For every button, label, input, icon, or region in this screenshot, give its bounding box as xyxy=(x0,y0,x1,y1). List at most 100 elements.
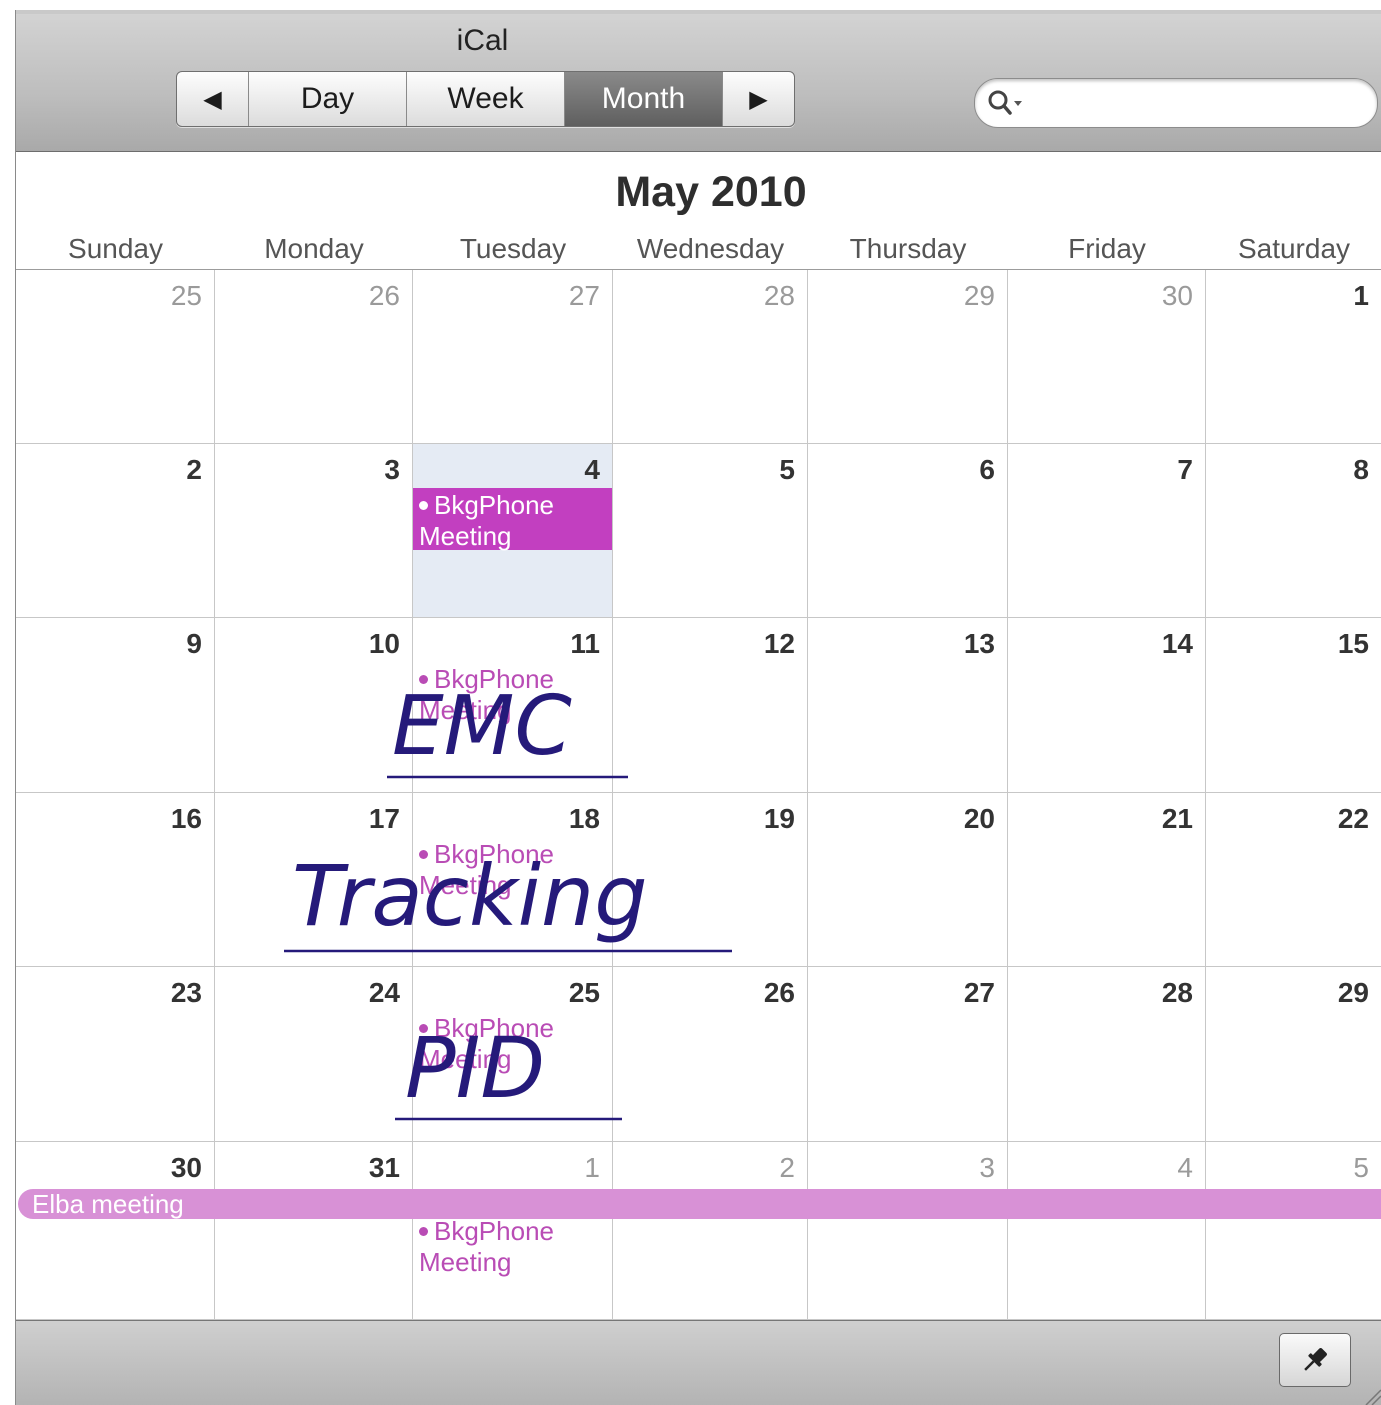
day-cell[interactable]: 24 xyxy=(215,967,413,1142)
day-number: 5 xyxy=(779,454,795,485)
day-number: 25 xyxy=(170,280,202,311)
weekday-friday: Friday xyxy=(1068,233,1146,264)
day-cell[interactable]: 4 xyxy=(1008,1142,1206,1320)
day-cell[interactable]: 6 xyxy=(808,444,1008,618)
calendar-event[interactable]: BkgPhone Meeting xyxy=(413,1214,612,1277)
day-cell[interactable]: 4 BkgPhone Meeting xyxy=(413,444,613,618)
day-number: 18 xyxy=(568,803,600,834)
week-view-button[interactable]: Week xyxy=(407,72,565,126)
calendar-event[interactable]: BkgPhone Meeting xyxy=(413,662,612,725)
day-number: 5 xyxy=(1353,1152,1369,1183)
day-cell[interactable]: 17 xyxy=(215,793,413,967)
day-cell[interactable]: 25 xyxy=(16,270,215,444)
day-cell[interactable]: 22 xyxy=(1206,793,1381,967)
weekday-monday: Monday xyxy=(264,233,364,264)
day-number: 27 xyxy=(963,977,995,1008)
day-cell[interactable]: 21 xyxy=(1008,793,1206,967)
day-cell[interactable]: 31 xyxy=(215,1142,413,1320)
day-cell[interactable]: 11 BkgPhone Meeting xyxy=(413,618,613,793)
day-cell[interactable]: 25 BkgPhone Meeting xyxy=(413,967,613,1142)
day-number: 26 xyxy=(368,280,400,311)
day-number: 13 xyxy=(963,628,995,659)
day-number: 26 xyxy=(763,977,795,1008)
resize-grip-icon[interactable] xyxy=(1362,1386,1381,1405)
weekday-saturday: Saturday xyxy=(1237,233,1351,264)
event-title: BkgPhone Meeting xyxy=(419,1216,554,1277)
day-cell[interactable]: 30 xyxy=(16,1142,215,1320)
search-field[interactable] xyxy=(974,78,1378,128)
day-cell[interactable]: 18 BkgPhone Meeting xyxy=(413,793,613,967)
month-view-button[interactable]: Month xyxy=(565,72,723,126)
calendar-event[interactable]: BkgPhone Meeting xyxy=(413,1011,612,1074)
pin-button[interactable] xyxy=(1279,1333,1351,1387)
day-cell[interactable]: 10 xyxy=(215,618,413,793)
day-cell[interactable]: 27 xyxy=(413,270,613,444)
day-cell[interactable]: 20 xyxy=(808,793,1008,967)
day-cell[interactable]: 7 xyxy=(1008,444,1206,618)
weekday-header: Sunday Monday Tuesday Wednesday Thursday Frid… xyxy=(16,228,1381,270)
day-cell[interactable]: 27 xyxy=(808,967,1008,1142)
day-cell[interactable]: 2 xyxy=(613,1142,808,1320)
weekday-sunday: Sunday xyxy=(68,233,163,264)
day-view-button[interactable]: Day xyxy=(249,72,407,126)
day-number: 24 xyxy=(368,977,400,1008)
event-title: BkgPhone Meeting xyxy=(419,1013,554,1074)
day-cell[interactable]: 1 xyxy=(1206,270,1381,444)
day-number: 2 xyxy=(186,454,202,485)
month-title: May 2010 xyxy=(615,168,807,216)
window-title: iCal xyxy=(456,24,509,57)
day-cell[interactable]: 16 xyxy=(16,793,215,967)
day-number: 14 xyxy=(1161,628,1193,659)
event-dot-icon xyxy=(419,1227,428,1236)
day-cell[interactable]: 13 xyxy=(808,618,1008,793)
day-number: 27 xyxy=(568,280,600,311)
day-number: 23 xyxy=(170,977,202,1008)
day-cell[interactable]: 28 xyxy=(613,270,808,444)
day-cell[interactable]: 5 xyxy=(613,444,808,618)
weekday-wednesday: Wednesday xyxy=(636,233,785,264)
day-number: 17 xyxy=(368,803,400,834)
ical-window: iCal ◀ Day Week Month ▶ May 2010 Sunday M… xyxy=(15,10,1381,1405)
day-number: 21 xyxy=(1161,803,1193,834)
allday-event[interactable]: Elba meeting xyxy=(18,1189,1381,1219)
day-cell[interactable]: 19 xyxy=(613,793,808,967)
bottom-bar xyxy=(16,1320,1381,1405)
search-input[interactable] xyxy=(1027,85,1361,121)
day-cell[interactable]: 9 xyxy=(16,618,215,793)
day-number: 15 xyxy=(1337,628,1369,659)
day-cell[interactable]: 30 xyxy=(1008,270,1206,444)
pushpin-icon xyxy=(1304,1348,1327,1371)
day-cell[interactable]: 26 xyxy=(215,270,413,444)
day-cell[interactable]: 26 xyxy=(613,967,808,1142)
event-dot-icon xyxy=(419,850,428,859)
day-number: 4 xyxy=(584,454,600,485)
day-cell[interactable]: 28 xyxy=(1008,967,1206,1142)
view-segmented-control: ◀ Day Week Month ▶ xyxy=(176,71,795,127)
day-number: 29 xyxy=(963,280,995,311)
toolbar: iCal ◀ Day Week Month ▶ xyxy=(16,14,1381,152)
day-cell[interactable]: 29 xyxy=(1206,967,1381,1142)
day-cell[interactable]: 15 xyxy=(1206,618,1381,793)
calendar-event[interactable]: BkgPhone Meeting xyxy=(413,488,612,551)
weekday-thursday: Thursday xyxy=(849,233,967,264)
search-icon[interactable] xyxy=(985,87,1025,119)
day-number: 28 xyxy=(763,280,795,311)
previous-button[interactable]: ◀ xyxy=(177,72,249,126)
calendar-event[interactable]: BkgPhone Meeting xyxy=(413,837,612,900)
day-number: 11 xyxy=(570,628,600,659)
day-cell[interactable]: 1 BkgPhone Meeting xyxy=(413,1142,613,1320)
day-cell[interactable]: 3 xyxy=(215,444,413,618)
day-cell[interactable]: 3 xyxy=(808,1142,1008,1320)
day-number: 25 xyxy=(568,977,600,1008)
day-cell[interactable]: 14 xyxy=(1008,618,1206,793)
day-cell[interactable]: 29 xyxy=(808,270,1008,444)
day-cell[interactable]: 2 xyxy=(16,444,215,618)
day-cell[interactable]: 8 xyxy=(1206,444,1381,618)
day-cell[interactable]: 12 xyxy=(613,618,808,793)
next-button[interactable]: ▶ xyxy=(723,72,794,126)
day-number: 3 xyxy=(384,454,400,485)
day-number: 30 xyxy=(170,1152,202,1183)
day-cell[interactable]: 5 xyxy=(1206,1142,1381,1320)
day-cell[interactable]: 23 xyxy=(16,967,215,1142)
day-number: 10 xyxy=(368,628,400,659)
